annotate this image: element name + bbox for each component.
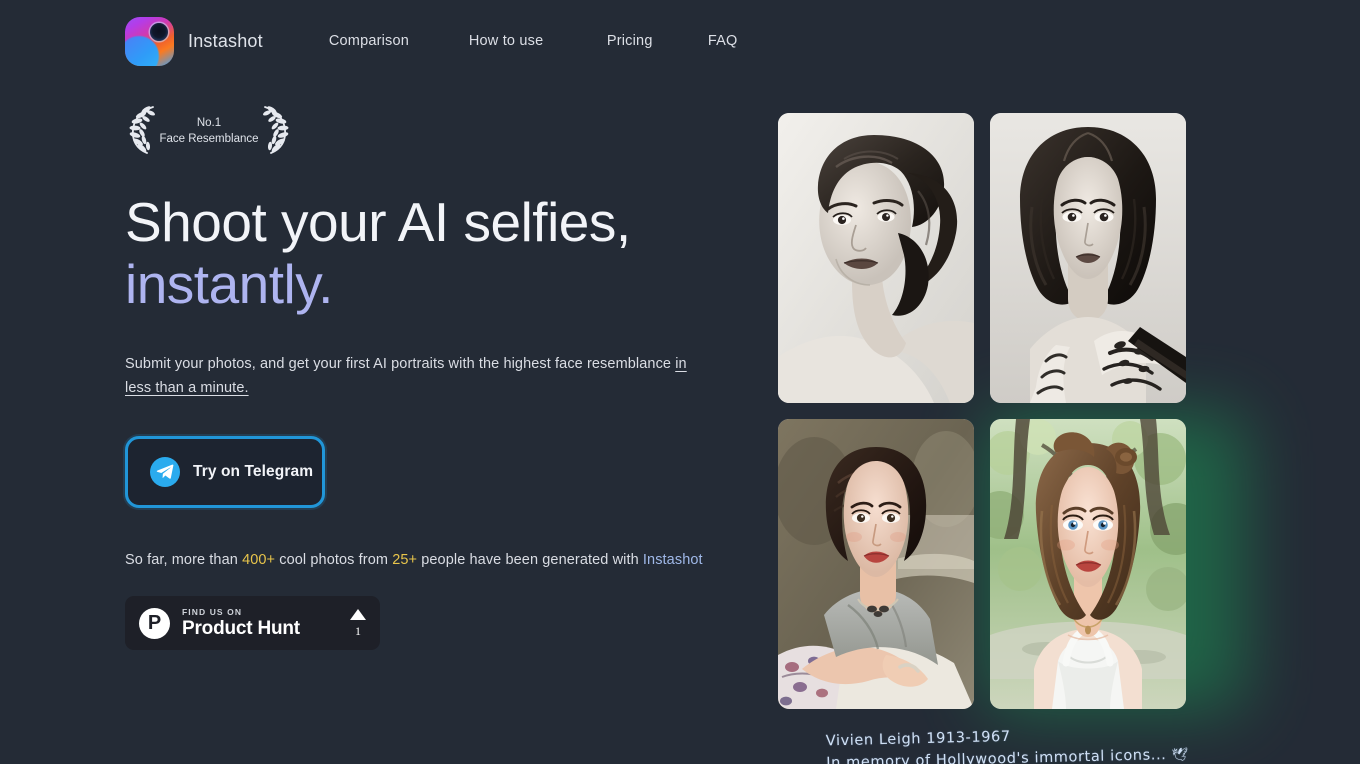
main-navigation: Comparison How to use Pricing FAQ <box>329 27 768 55</box>
memorial-caption: Vivien Leigh 1913-1967 In memory of Holl… <box>826 722 1190 764</box>
product-hunt-upvote-count: 1 <box>355 624 361 639</box>
product-hunt-kicker: FIND US ON <box>182 607 243 617</box>
hero-subheading-plain: Submit your photos, and get your first A… <box>125 356 676 373</box>
product-hunt-text: FIND US ON Product Hunt <box>182 608 300 639</box>
stats-people-count: 25+ <box>392 552 418 569</box>
award-badge-text: No.1 Face Resemblance <box>159 116 258 147</box>
portrait-gallery <box>778 113 1186 709</box>
try-on-telegram-button[interactable]: Try on Telegram <box>125 436 325 509</box>
brand-logo-link[interactable]: Instashot <box>125 16 263 66</box>
photo-vintage-bw-profile[interactable] <box>778 113 974 403</box>
nav-item-comparison[interactable]: Comparison <box>329 27 469 55</box>
telegram-icon <box>150 457 180 488</box>
laurel-right-icon <box>261 103 291 162</box>
laurel-left-icon <box>127 103 157 162</box>
stats-brand-link[interactable]: Instashot <box>643 552 703 568</box>
photo-ai-generated-outdoor[interactable] <box>990 419 1186 709</box>
upvote-triangle-icon <box>350 609 366 621</box>
product-hunt-icon: P <box>139 607 170 639</box>
hero-content: No.1 Face Resemblance Shoot your AI self… <box>125 104 725 651</box>
product-hunt-upvote[interactable]: 1 <box>350 609 366 637</box>
dove-icon: 🕊 <box>1171 748 1189 764</box>
try-on-telegram-label: Try on Telegram <box>193 463 314 481</box>
photo-colorized-seated[interactable] <box>778 419 974 709</box>
photo-vintage-bw-portrait[interactable] <box>990 113 1186 403</box>
award-badge-rank: No.1 <box>196 117 222 130</box>
nav-item-faq[interactable]: FAQ <box>708 27 768 55</box>
award-badge: No.1 Face Resemblance <box>125 104 293 160</box>
headline-line-2-accent: instantly. <box>125 252 333 315</box>
brand-name: Instashot <box>188 30 263 51</box>
hero-subheading: Submit your photos, and get your first A… <box>125 353 697 400</box>
award-badge-category: Face Resemblance <box>159 133 259 145</box>
stats-suffix: people have been generated with <box>417 552 643 569</box>
site-header: Instashot Comparison How to use Pricing … <box>0 0 1360 82</box>
usage-stats: So far, more than 400+ cool photos from … <box>125 552 725 568</box>
product-hunt-badge[interactable]: P FIND US ON Product Hunt 1 <box>125 596 380 651</box>
stats-prefix: So far, more than <box>125 552 243 569</box>
headline-line-1: Shoot your AI selfies, <box>125 191 631 253</box>
stats-photos-count: 400+ <box>242 552 276 569</box>
product-hunt-name: Product Hunt <box>182 617 300 639</box>
nav-item-how-to-use[interactable]: How to use <box>469 27 607 55</box>
page-title: Shoot your AI selfies, instantly. <box>125 191 725 315</box>
stats-middle: cool photos from <box>275 552 393 569</box>
instashot-gradient-lens-logo-icon <box>125 16 174 66</box>
nav-item-pricing[interactable]: Pricing <box>607 27 708 55</box>
